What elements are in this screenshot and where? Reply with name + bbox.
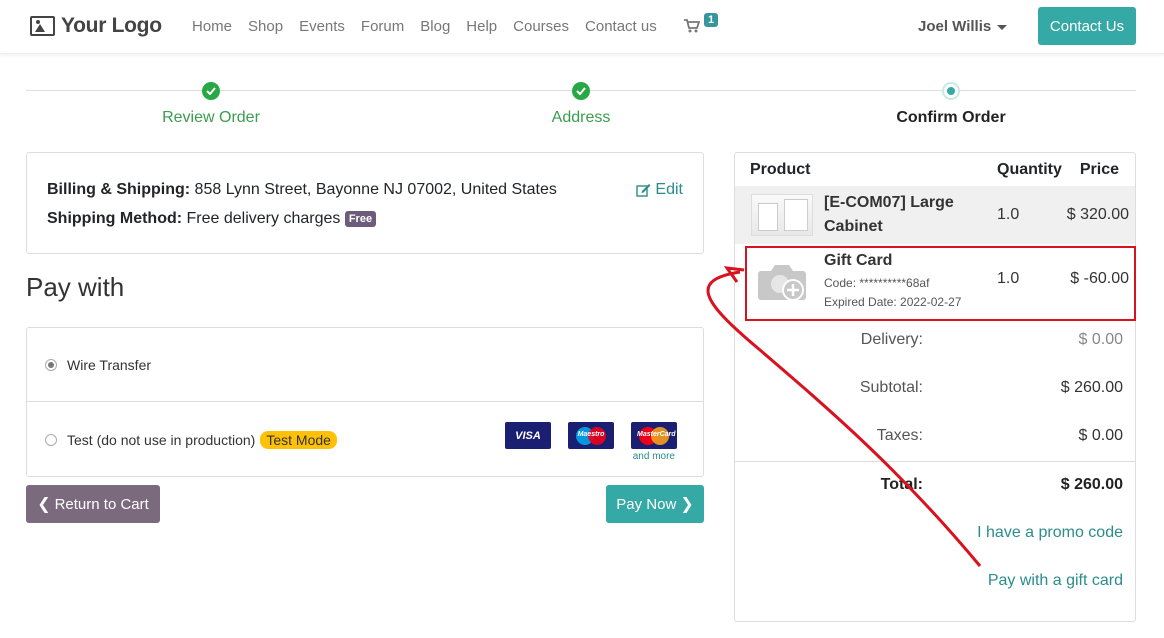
return-to-cart-button[interactable]: ❮ Return to Cart xyxy=(26,485,160,523)
taxes-value: $ 0.00 xyxy=(1078,427,1123,444)
caret-down-icon xyxy=(997,24,1008,30)
promo-code-link[interactable]: I have a promo code xyxy=(977,524,1123,542)
step-review-order[interactable]: Review Order xyxy=(111,82,311,127)
shipping-line: Shipping Method: Free delivery charges F… xyxy=(47,204,683,233)
edit-label: Edit xyxy=(655,181,683,198)
edit-icon xyxy=(636,183,651,197)
pay-now-label: Pay Now xyxy=(616,495,677,513)
chevron-right-icon: ❯ xyxy=(680,496,694,513)
card-logos: VISA Maestro MasterCard xyxy=(505,422,677,449)
radio-selected[interactable] xyxy=(45,358,57,371)
summary-header: Product Quantity Price xyxy=(735,153,1135,186)
nav-forum[interactable]: Forum xyxy=(353,18,412,35)
radio-unselected[interactable] xyxy=(45,434,57,446)
nav-events[interactable]: Events xyxy=(291,18,353,35)
test-mode-badge: Test Mode xyxy=(260,431,337,449)
nav-blog[interactable]: Blog xyxy=(412,18,458,35)
cart-count-badge: 1 xyxy=(704,13,719,27)
delivery-label: Delivery: xyxy=(860,331,923,348)
step-label: Address xyxy=(551,109,611,126)
taxes-label: Taxes: xyxy=(876,427,923,444)
payment-option-wire-transfer[interactable]: Wire Transfer xyxy=(27,328,703,402)
edit-address-link[interactable]: Edit xyxy=(636,175,683,204)
subtotal-value: $ 260.00 xyxy=(1060,379,1123,396)
subtotal-label: Subtotal: xyxy=(859,379,923,396)
step-label: Confirm Order xyxy=(896,109,1006,126)
header-product: Product xyxy=(750,161,811,178)
payment-methods: Wire Transfer Test (do not use in produc… xyxy=(26,327,704,477)
billing-address: 858 Lynn Street, Bayonne NJ 07002, Unite… xyxy=(194,181,557,198)
step-confirm-order: Confirm Order xyxy=(851,82,1051,127)
chevron-left-icon: ❮ xyxy=(37,496,51,513)
product-image[interactable] xyxy=(751,194,813,236)
pay-now-button[interactable]: Pay Now ❯ xyxy=(606,485,704,523)
product-price: $ 320.00 xyxy=(1066,206,1129,223)
nav-help[interactable]: Help xyxy=(458,18,505,35)
return-to-cart-label: Return to Cart xyxy=(54,495,149,513)
step-address[interactable]: Address xyxy=(481,82,681,127)
total-value: $ 260.00 xyxy=(1060,476,1123,493)
divider xyxy=(735,461,1135,462)
logo-text: Your Logo xyxy=(61,14,162,37)
nav-contact-us[interactable]: Contact us xyxy=(577,18,665,35)
summary-item-cabinet: [E-COM07] Large Cabinet 1.0 $ 320.00 xyxy=(735,186,1135,244)
header-quantity: Quantity xyxy=(997,161,1062,178)
maestro-logo: Maestro xyxy=(568,422,614,449)
annotation-highlight-box xyxy=(745,246,1136,321)
step-label: Review Order xyxy=(162,109,260,126)
product-quantity: 1.0 xyxy=(997,206,1020,223)
visa-logo: VISA xyxy=(505,422,551,449)
logo[interactable]: Your Logo xyxy=(30,14,162,38)
free-badge: Free xyxy=(344,210,377,227)
delivery-value: $ 0.00 xyxy=(1078,331,1123,348)
header-price: Price xyxy=(1079,161,1119,178)
nav-courses[interactable]: Courses xyxy=(505,18,577,35)
payment-option-label: Wire Transfer xyxy=(67,356,152,373)
main-nav: Home Shop Events Forum Blog Help Courses… xyxy=(184,18,665,35)
total-label: Total: xyxy=(880,476,923,493)
user-name: Joel Willis xyxy=(918,18,992,35)
check-circle-icon xyxy=(202,82,220,100)
order-summary: Product Quantity Price [E-COM07] Large C… xyxy=(734,152,1136,622)
payment-option-label: Test (do not use in production) xyxy=(67,432,256,448)
check-circle-icon xyxy=(572,82,590,100)
gift-card-link[interactable]: Pay with a gift card xyxy=(988,572,1123,590)
image-icon xyxy=(30,16,55,36)
pay-with-heading: Pay with xyxy=(26,272,125,302)
current-step-dot-icon xyxy=(942,82,960,100)
billing-line: Billing & Shipping: 858 Lynn Street, Bay… xyxy=(47,175,683,204)
product-name[interactable]: [E-COM07] Large Cabinet xyxy=(824,191,954,239)
and-more-label: and more xyxy=(632,451,675,462)
shipping-method: Free delivery charges xyxy=(186,210,341,227)
navbar: Your Logo Home Shop Events Forum Blog He… xyxy=(0,0,1164,54)
mastercard-logo: MasterCard xyxy=(631,422,677,449)
billing-label: Billing & Shipping: xyxy=(47,181,191,198)
cart-link[interactable]: 1 xyxy=(684,13,719,35)
nav-home[interactable]: Home xyxy=(184,18,240,35)
payment-option-test[interactable]: Test (do not use in production) Test Mod… xyxy=(27,403,703,477)
user-menu[interactable]: Joel Willis xyxy=(918,18,1008,35)
shipping-label: Shipping Method: xyxy=(47,210,183,227)
contact-us-button[interactable]: Contact Us xyxy=(1038,7,1136,45)
billing-shipping-card: Billing & Shipping: 858 Lynn Street, Bay… xyxy=(26,152,704,254)
cart-icon xyxy=(684,19,700,33)
nav-shop[interactable]: Shop xyxy=(240,18,291,35)
